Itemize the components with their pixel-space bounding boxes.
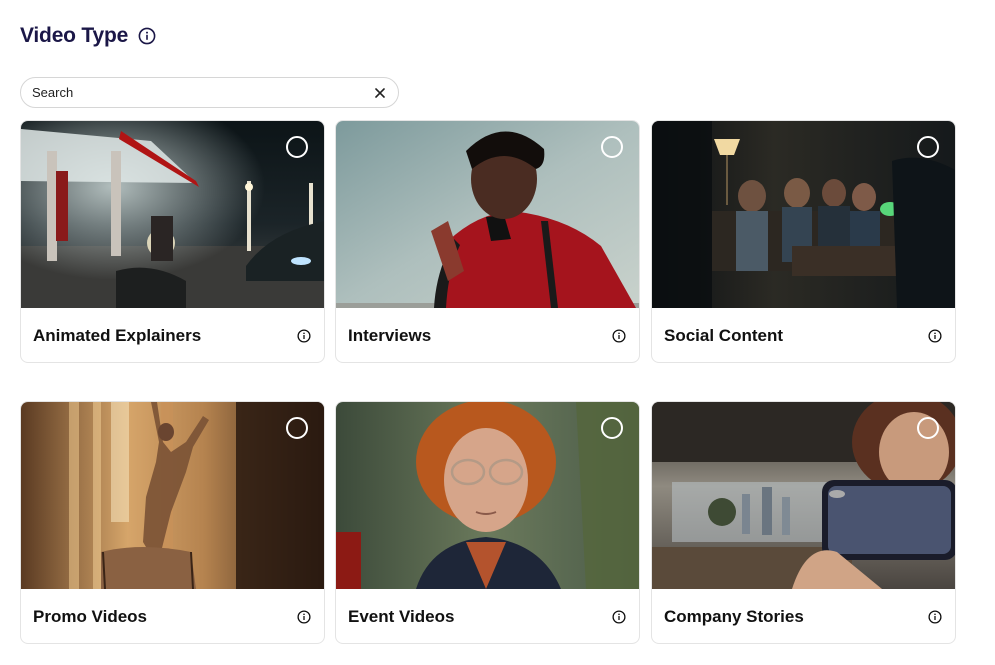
info-icon[interactable] [611, 609, 627, 625]
card-label: Interviews [348, 326, 432, 345]
card-label: Social Content [664, 326, 784, 345]
search-input[interactable] [32, 85, 372, 100]
select-radio[interactable] [601, 417, 623, 439]
select-radio[interactable] [286, 417, 308, 439]
video-type-card-social-content[interactable]: Social Content [651, 120, 956, 363]
info-icon[interactable] [611, 328, 627, 344]
video-type-card-promo-videos[interactable]: Promo Videos [20, 401, 325, 644]
thumbnail-image [21, 402, 324, 589]
thumbnail-image [21, 121, 324, 308]
video-type-card-event-videos[interactable]: Event Videos [335, 401, 640, 644]
thumbnail-image [652, 402, 955, 589]
thumbnail-image [336, 121, 639, 308]
page-header: Video Type [20, 24, 156, 48]
search-bar [20, 77, 399, 108]
card-label: Animated Explainers [33, 326, 202, 345]
video-type-card-interviews[interactable]: Interviews [335, 120, 640, 363]
video-type-card-animated-explainers[interactable]: Animated Explainers [20, 120, 325, 363]
video-type-card-company-stories[interactable]: Company Stories [651, 401, 956, 644]
close-icon[interactable] [372, 85, 388, 101]
card-label: Event Videos [348, 607, 455, 626]
info-icon[interactable] [296, 609, 312, 625]
info-icon[interactable] [927, 609, 943, 625]
thumbnail-image [652, 121, 955, 308]
card-label: Promo Videos [33, 607, 147, 626]
info-icon[interactable] [296, 328, 312, 344]
info-icon[interactable] [138, 27, 156, 45]
select-radio[interactable] [917, 136, 939, 158]
page-title: Video Type [20, 24, 129, 47]
card-label: Company Stories [664, 607, 804, 626]
select-radio[interactable] [917, 417, 939, 439]
select-radio[interactable] [286, 136, 308, 158]
thumbnail-image [336, 402, 639, 589]
info-icon[interactable] [927, 328, 943, 344]
select-radio[interactable] [601, 136, 623, 158]
